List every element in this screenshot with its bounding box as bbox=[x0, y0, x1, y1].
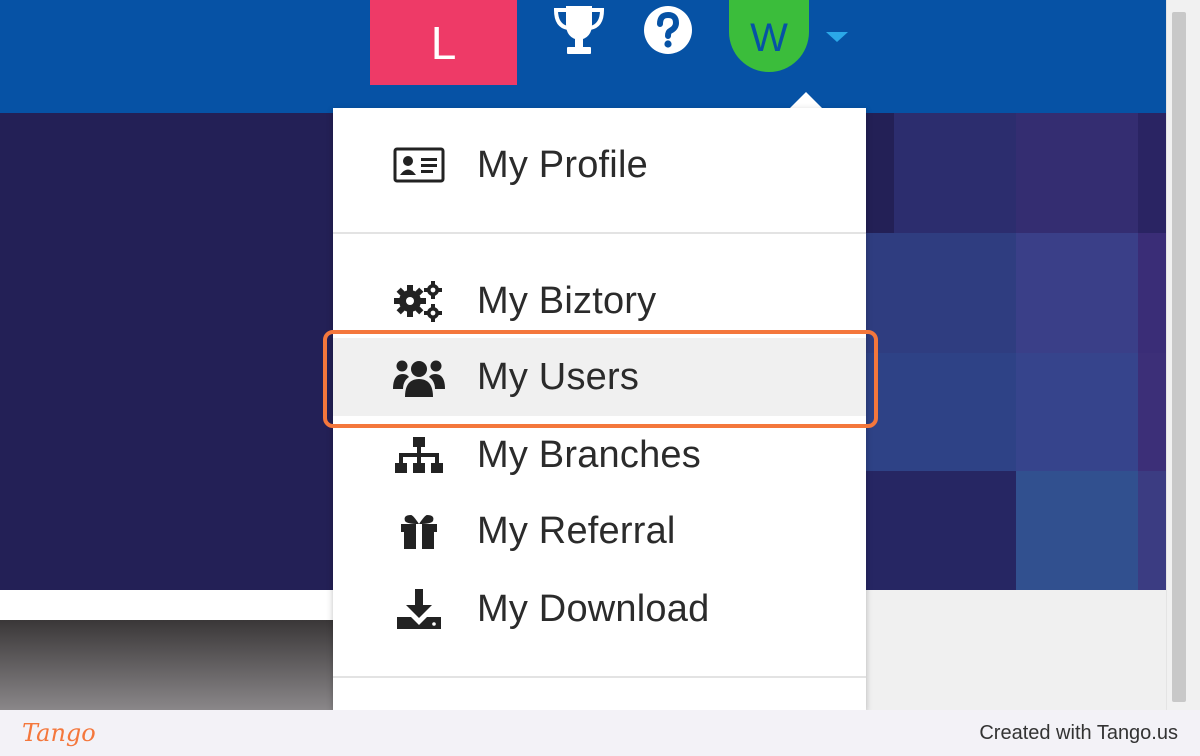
menu-item-label: My Download bbox=[477, 587, 710, 630]
user-dropdown-menu: My Profile My Biztory My Users My Branch… bbox=[333, 108, 866, 710]
menu-divider bbox=[333, 232, 866, 234]
gears-icon bbox=[393, 279, 445, 323]
menu-item-label: My Branches bbox=[477, 433, 701, 476]
app-screen: L W My Profile My Biztory My Users My Br… bbox=[0, 0, 1200, 710]
menu-item-my-users[interactable]: My Users bbox=[333, 338, 866, 416]
id-card-icon bbox=[393, 143, 445, 187]
scrollbar-thumb[interactable] bbox=[1172, 12, 1186, 702]
menu-item-my-profile[interactable]: My Profile bbox=[333, 126, 866, 204]
menu-item-label: My Profile bbox=[477, 143, 648, 186]
gift-icon bbox=[393, 509, 445, 553]
footer-credit[interactable]: Created with Tango.us bbox=[979, 722, 1178, 745]
tango-footer: Tango Created with Tango.us bbox=[0, 710, 1200, 756]
download-icon bbox=[393, 587, 445, 631]
sitemap-icon bbox=[393, 433, 445, 477]
menu-item-my-biztory[interactable]: My Biztory bbox=[333, 262, 866, 340]
menu-item-label: My Referral bbox=[477, 509, 676, 552]
menu-item-label: My Biztory bbox=[477, 279, 657, 322]
users-icon bbox=[393, 355, 445, 399]
user-avatar-w[interactable]: W bbox=[729, 0, 809, 72]
menu-item-my-download[interactable]: My Download bbox=[333, 570, 866, 648]
help-icon[interactable] bbox=[640, 4, 696, 56]
user-avatar-l[interactable]: L bbox=[370, 0, 517, 85]
tango-logo[interactable]: Tango bbox=[22, 719, 96, 747]
menu-item-my-referral[interactable]: My Referral bbox=[333, 492, 866, 570]
menu-divider bbox=[333, 676, 866, 678]
top-navbar: L W bbox=[0, 0, 1166, 113]
menu-item-label: My Users bbox=[477, 355, 640, 398]
caret-down-icon[interactable] bbox=[826, 32, 848, 42]
menu-item-my-branches[interactable]: My Branches bbox=[333, 416, 866, 494]
content-panel bbox=[866, 590, 1166, 710]
trophy-icon[interactable] bbox=[548, 4, 610, 58]
image-thumbnail bbox=[0, 620, 335, 710]
